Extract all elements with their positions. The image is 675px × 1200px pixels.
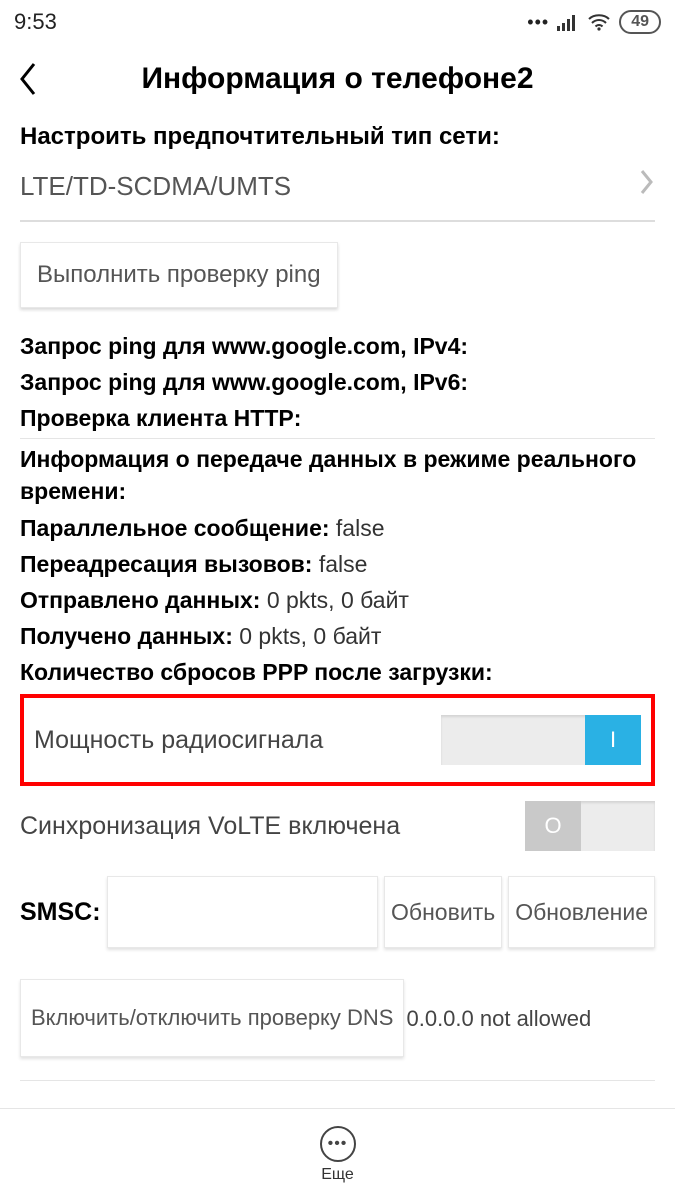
concurrent-value: false xyxy=(336,515,385,541)
smsc-label: SMSC: xyxy=(20,895,101,930)
more-icon[interactable]: ••• xyxy=(320,1126,356,1162)
radio-power-highlight: Мощность радиосигнала I xyxy=(20,694,655,786)
sent-row: Отправлено данных: 0 pkts, 0 байт xyxy=(20,584,655,616)
page-title: Информация о телефоне2 xyxy=(18,62,657,96)
ping-ipv4-label: Запрос ping для www.google.com, IPv4: xyxy=(20,330,655,362)
dns-toggle-label: Включить/отключить проверку DNS xyxy=(31,1003,393,1034)
toggle-on-icon: I xyxy=(585,715,641,765)
pref-net-label: Настроить предпочтительный тип сети: xyxy=(20,120,655,154)
pref-net-value: LTE/TD-SCDMA/UMTS xyxy=(20,168,291,204)
run-ping-label: Выполнить проверку ping xyxy=(37,258,321,292)
bottom-bar: ••• Еще xyxy=(0,1108,675,1200)
divider xyxy=(20,1080,655,1081)
radio-power-toggle[interactable]: I xyxy=(441,715,641,765)
ping-ipv6-label: Запрос ping для www.google.com, IPv6: xyxy=(20,366,655,398)
smsc-input[interactable] xyxy=(107,876,378,948)
radio-power-label: Мощность радиосигнала xyxy=(34,723,323,758)
smsc-refresh-label: Обновить xyxy=(391,896,495,928)
call-fwd-value: false xyxy=(319,551,368,577)
dns-row: Включить/отключить проверку DNS 0.0.0.0 … xyxy=(20,978,655,1058)
toggle-off-icon: O xyxy=(525,801,581,851)
http-check-label: Проверка клиента HTTP: xyxy=(20,402,655,434)
smsc-refresh-button[interactable]: Обновить xyxy=(384,876,502,948)
smsc-update-button[interactable]: Обновление xyxy=(508,876,655,948)
content: Настроить предпочтительный тип сети: LTE… xyxy=(0,120,675,1081)
run-ping-button[interactable]: Выполнить проверку ping xyxy=(20,242,338,308)
status-right: ••• 49 xyxy=(527,10,661,34)
more-label[interactable]: Еще xyxy=(321,1166,354,1184)
concurrent-row: Параллельное сообщение: false xyxy=(20,512,655,544)
smsc-row: SMSC: Обновить Обновление xyxy=(20,870,655,954)
sent-value: 0 pkts, 0 байт xyxy=(267,587,409,613)
volte-toggle[interactable]: O xyxy=(525,801,655,851)
status-time: 9:53 xyxy=(14,9,57,35)
radio-power-row: Мощность радиосигнала I xyxy=(24,700,651,780)
volte-label: Синхронизация VoLTE включена xyxy=(20,809,400,844)
ppp-reset-row: Количество сбросов PPP после загрузки: xyxy=(20,656,655,688)
realtime-header: Информация о передаче данных в режиме ре… xyxy=(20,443,655,507)
recv-value: 0 pkts, 0 байт xyxy=(239,623,381,649)
chevron-right-icon xyxy=(639,168,655,206)
signal-icon xyxy=(557,13,579,31)
pref-net-row[interactable]: LTE/TD-SCDMA/UMTS xyxy=(20,154,655,222)
battery-icon: 49 xyxy=(619,10,661,34)
status-bar: 9:53 ••• 49 xyxy=(0,0,675,44)
recv-row: Получено данных: 0 pkts, 0 байт xyxy=(20,620,655,652)
divider xyxy=(20,438,655,439)
wifi-icon xyxy=(587,13,611,31)
smsc-update-label: Обновление xyxy=(515,896,648,928)
call-fwd-row: Переадресация вызовов: false xyxy=(20,548,655,580)
title-bar: Информация о телефоне2 xyxy=(0,44,675,114)
more-dots-icon: ••• xyxy=(527,12,549,33)
volte-row: Синхронизация VoLTE включена O xyxy=(20,786,655,866)
dns-value: 0.0.0.0 not allowed xyxy=(406,1005,591,1033)
dns-toggle-button[interactable]: Включить/отключить проверку DNS xyxy=(20,979,404,1057)
